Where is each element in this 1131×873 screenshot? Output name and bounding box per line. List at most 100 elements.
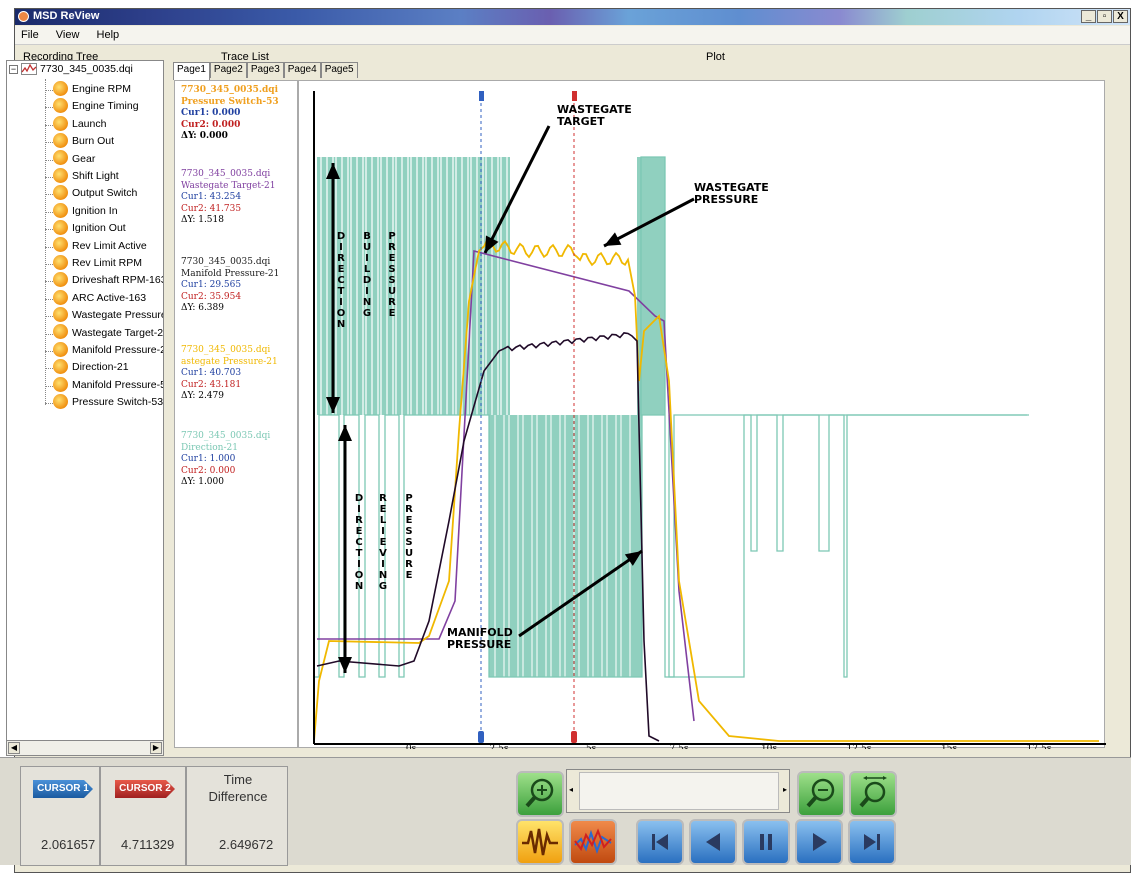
tree-item[interactable]: Pressure Switch-53 bbox=[53, 393, 164, 411]
tree-item[interactable]: ARC Active-163 bbox=[53, 289, 146, 307]
tree-item-label: Burn Out bbox=[72, 135, 115, 148]
cursor1-marker[interactable] bbox=[478, 731, 484, 743]
plot-canvas[interactable]: 0s 2.5s 5s 7.5s 10s 12.5s 15s 17.5sWASTEGATETAR… bbox=[299, 81, 1106, 749]
tree-item[interactable]: Wastegate Pressure-2 bbox=[53, 306, 163, 324]
trace-entry[interactable]: 7730_345_0035.dqi astegate Pressure-21 Cur… bbox=[181, 345, 278, 403]
tree-item[interactable]: Driveshaft RPM-163 bbox=[53, 272, 163, 289]
collapse-icon[interactable]: − bbox=[9, 64, 18, 74]
building-direction-label: R bbox=[337, 253, 345, 264]
tree-item[interactable]: Gear bbox=[53, 150, 96, 168]
tree-item-label: Pressure Switch-53 bbox=[72, 396, 164, 409]
menu-file[interactable]: File bbox=[15, 26, 47, 41]
channel-icon bbox=[53, 115, 68, 131]
trace-delta: ΔY: 6.389 bbox=[181, 303, 224, 313]
scroll-right-icon[interactable]: ▸ bbox=[783, 785, 787, 794]
trace-entry[interactable]: 7730_345_0035.dqi Pressure Switch-53 Cur1:… bbox=[181, 85, 279, 143]
trace-cursor1: Cur1: 40.703 bbox=[181, 368, 242, 378]
recording-tree[interactable]: − 7730_345_0035.dqi Engine RPM Engine Timi… bbox=[6, 60, 164, 743]
plot-scrollbar[interactable]: ◂ ▸ bbox=[566, 769, 790, 813]
tree-connector bbox=[45, 124, 53, 126]
channel-icon bbox=[53, 80, 68, 96]
tree-connector bbox=[45, 211, 53, 213]
scroll-track[interactable] bbox=[579, 772, 779, 810]
tree-connector bbox=[45, 333, 53, 335]
pause-button[interactable] bbox=[742, 819, 790, 865]
trace-entry[interactable]: 7730_345_0035.dqi Wastegate Target-21 Cur1… bbox=[181, 169, 276, 227]
skip-start-button[interactable] bbox=[636, 819, 684, 865]
restore-button[interactable]: ▫ bbox=[1097, 10, 1112, 23]
tree-item[interactable]: Direction-21 bbox=[53, 359, 129, 376]
minimize-button[interactable]: _ bbox=[1081, 10, 1096, 23]
tab-page3[interactable]: Page3 bbox=[246, 62, 284, 78]
x-tick-label: 2.5s bbox=[490, 744, 509, 749]
zoom-fit-button[interactable] bbox=[849, 771, 897, 817]
relieving-label: E bbox=[380, 537, 387, 548]
cursor1-handle[interactable] bbox=[479, 91, 484, 101]
scroll-right-arrow-icon[interactable]: ▶ bbox=[150, 742, 162, 754]
tree-root[interactable]: − 7730_345_0035.dqi bbox=[9, 63, 133, 79]
trace-delta: ΔY: 1.000 bbox=[181, 477, 224, 487]
menu-view[interactable]: View bbox=[50, 26, 88, 41]
relieving-pressure-label: S bbox=[405, 537, 412, 548]
tree-item[interactable]: Rev Limit Active bbox=[53, 237, 147, 255]
channel-icon bbox=[53, 185, 68, 201]
tab-page2[interactable]: Page2 bbox=[209, 62, 247, 78]
zoom-in-button[interactable] bbox=[516, 771, 564, 817]
tree-item[interactable]: Wastegate Target-21 bbox=[53, 324, 163, 342]
relieving-direction-label: O bbox=[355, 570, 364, 581]
tree-item[interactable]: Rev Limit RPM bbox=[53, 254, 142, 272]
tab-page4[interactable]: Page4 bbox=[283, 62, 321, 78]
plot-area[interactable]: 0s 2.5s 5s 7.5s 10s 12.5s 15s 17.5s WASTEGATE TAR… bbox=[298, 80, 1106, 749]
tree-item[interactable]: Engine RPM bbox=[53, 80, 131, 98]
trace-entry[interactable]: 7730_345_0035.dqi Manifold Pressure-21 Cur… bbox=[181, 257, 279, 315]
tree-item[interactable]: Output Switch bbox=[53, 185, 137, 202]
tree-item[interactable]: Ignition Out bbox=[53, 219, 126, 237]
building-pressure-label: E bbox=[389, 253, 396, 264]
relieving-label: V bbox=[379, 548, 387, 559]
tree-connector bbox=[45, 90, 53, 91]
relieving-direction-label: T bbox=[356, 548, 363, 559]
play-button[interactable] bbox=[795, 819, 843, 865]
tree-connector bbox=[45, 264, 53, 265]
close-button[interactable]: X bbox=[1113, 10, 1128, 23]
x-tick-label: 10s bbox=[761, 744, 777, 749]
scroll-left-icon[interactable]: ◂ bbox=[569, 785, 573, 794]
scroll-left-arrow-icon[interactable]: ◀ bbox=[8, 742, 20, 754]
tree-item[interactable]: Manifold Pressure-21 bbox=[53, 341, 163, 359]
tree-item[interactable]: Shift Light bbox=[53, 167, 119, 185]
trace-cursor1: Cur1: 29.565 bbox=[181, 280, 242, 290]
trace-cursor2: Cur2: 0.000 bbox=[181, 465, 236, 476]
tree-item[interactable]: Launch bbox=[53, 115, 106, 133]
menu-help[interactable]: Help bbox=[91, 26, 128, 41]
cursor2-marker[interactable] bbox=[571, 731, 577, 743]
tree-item-label: Gear bbox=[72, 152, 96, 165]
trace-cursor2: Cur2: 35.954 bbox=[181, 291, 242, 302]
tree-item[interactable]: Manifold Pressure-53 bbox=[53, 376, 163, 394]
tab-page5[interactable]: Page5 bbox=[320, 62, 358, 78]
tree-item[interactable]: Ignition In bbox=[53, 202, 118, 220]
time-diff-box: Time Difference 2.649672 bbox=[186, 766, 288, 866]
trace-entry[interactable]: 7730_345_0035.dqi Direction-21 Cur1: 1.000… bbox=[181, 431, 270, 489]
relieving-label: G bbox=[379, 581, 387, 592]
signal-view-button[interactable] bbox=[516, 819, 564, 865]
tree-item[interactable]: Burn Out bbox=[53, 132, 115, 150]
tree-item-label: Direction-21 bbox=[72, 361, 129, 374]
zoom-out-button[interactable] bbox=[797, 771, 845, 817]
step-back-button[interactable] bbox=[689, 819, 737, 865]
trace-delta: ΔY: 0.000 bbox=[181, 131, 228, 141]
relieving-direction-label: R bbox=[355, 515, 363, 526]
cursor1-box: CURSOR 1 2.061657 bbox=[20, 766, 100, 866]
tree-scrollbar[interactable]: ◀ ▶ bbox=[6, 740, 164, 756]
building-pressure-label: U bbox=[388, 286, 396, 297]
tree-item[interactable]: Engine Timing bbox=[53, 98, 139, 115]
tree-connector bbox=[45, 194, 53, 196]
tab-page1[interactable]: Page1 bbox=[173, 62, 210, 80]
tree-item-label: Output Switch bbox=[72, 187, 138, 200]
tree-connector bbox=[45, 385, 53, 387]
skip-end-button[interactable] bbox=[848, 819, 896, 865]
relieving-label: E bbox=[380, 504, 387, 515]
tree-connector bbox=[45, 177, 53, 178]
cursor2-handle[interactable] bbox=[572, 91, 577, 101]
relieving-label: L bbox=[380, 515, 387, 526]
multi-signal-button[interactable] bbox=[569, 819, 617, 865]
